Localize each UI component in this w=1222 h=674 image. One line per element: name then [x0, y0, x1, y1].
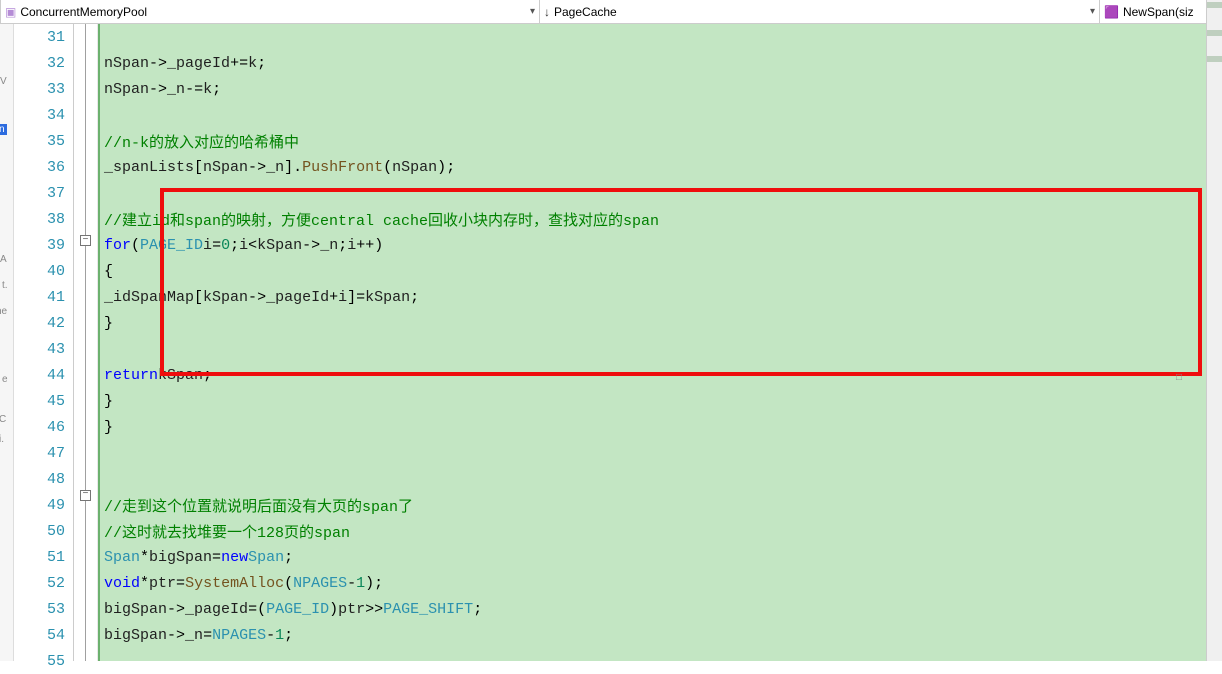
line-number: 33	[14, 76, 73, 102]
code-column[interactable]: nSpan->_pageId += k; nSpan->_n -= k; //n…	[100, 24, 1222, 661]
line-number: 39	[14, 232, 73, 258]
code-line[interactable]	[100, 102, 1222, 128]
code-line[interactable]	[100, 440, 1222, 466]
fold-cell	[74, 24, 98, 49]
line-number: 54	[14, 622, 73, 648]
fold-cell	[74, 279, 98, 304]
line-number: 40	[14, 258, 73, 284]
fold-toggle[interactable]: −	[80, 235, 91, 246]
fold-cell	[74, 432, 98, 457]
line-number: 32	[14, 50, 73, 76]
code-line[interactable]: Span* bigSpan = new Span;	[100, 544, 1222, 570]
code-line[interactable]: {	[100, 258, 1222, 284]
scope-label: ConcurrentMemoryPool	[20, 5, 526, 19]
scope-dropdown[interactable]: ▣ ConcurrentMemoryPool ▾	[0, 0, 540, 23]
class-label: PageCache	[554, 5, 1086, 19]
fold-cell: −	[74, 483, 98, 508]
line-number: 55	[14, 648, 73, 674]
down-arrow-icon: ↓	[544, 5, 550, 19]
class-dropdown[interactable]: ↓ PageCache ▾	[540, 0, 1100, 23]
fold-cell	[74, 253, 98, 278]
line-number: 47	[14, 440, 73, 466]
code-line[interactable]: }	[100, 414, 1222, 440]
code-line[interactable]: _spanLists[nSpan->_n].PushFront(nSpan);	[100, 154, 1222, 180]
code-line[interactable]: }	[100, 310, 1222, 336]
code-line[interactable]: //建立id和span的映射，方便central cache回收小块内存时，查找…	[100, 206, 1222, 232]
fold-cell	[74, 202, 98, 227]
code-line[interactable]: void* ptr = SystemAlloc(NPAGES - 1);	[100, 570, 1222, 596]
line-number: 52	[14, 570, 73, 596]
line-number: 48	[14, 466, 73, 492]
fold-cell	[74, 381, 98, 406]
code-line[interactable]: }	[100, 388, 1222, 414]
fold-cell	[74, 330, 98, 355]
code-line[interactable]: for (PAGE_ID i = 0;i < kSpan->_n;i++)	[100, 232, 1222, 258]
code-line[interactable]	[100, 24, 1222, 50]
chevron-down-icon: ▾	[530, 6, 535, 17]
line-number: 50	[14, 518, 73, 544]
fold-cell	[74, 534, 98, 559]
fold-cell	[74, 177, 98, 202]
line-number: 31	[14, 24, 73, 50]
line-number: 35	[14, 128, 73, 154]
fold-cell	[74, 355, 98, 380]
code-line[interactable]: //n-k的放入对应的哈希桶中	[100, 128, 1222, 154]
vertical-scrollbar[interactable]	[1206, 0, 1222, 661]
fold-cell	[74, 585, 98, 610]
line-number: 37	[14, 180, 73, 206]
code-line[interactable]: //走到这个位置就说明后面没有大页的span了	[100, 492, 1222, 518]
code-line[interactable]	[100, 336, 1222, 362]
fold-cell	[74, 457, 98, 482]
chevron-down-icon: ▾	[1090, 6, 1095, 17]
line-number-gutter: 3132333435363738394041424344454647484950…	[14, 24, 74, 661]
fold-cell	[74, 151, 98, 176]
editor-area: V n A t. he e C i. 313233343536373839404…	[0, 24, 1222, 661]
fold-cell	[74, 406, 98, 431]
fold-cell	[74, 75, 98, 100]
fold-cell	[74, 559, 98, 584]
line-number: 49	[14, 492, 73, 518]
code-line[interactable]: nSpan->_n -= k;	[100, 76, 1222, 102]
fold-cell	[74, 126, 98, 151]
member-dropdown[interactable]: 🟪 NewSpan(siz	[1100, 0, 1222, 23]
line-number: 45	[14, 388, 73, 414]
fold-cell	[74, 49, 98, 74]
code-line[interactable]	[100, 180, 1222, 206]
line-number: 53	[14, 596, 73, 622]
fold-cell	[74, 636, 98, 661]
code-line[interactable]: _idSpanMap[kSpan->_pageId + i] = kSpan;	[100, 284, 1222, 310]
code-line[interactable]: return kSpan;	[100, 362, 1222, 388]
module-icon: ▣	[5, 5, 16, 19]
code-line[interactable]: bigSpan->_pageId = (PAGE_ID)ptr >> PAGE_…	[100, 596, 1222, 622]
fold-cell	[74, 304, 98, 329]
line-number: 46	[14, 414, 73, 440]
fold-toggle[interactable]: −	[80, 490, 91, 501]
marker-icon: □	[1176, 372, 1182, 383]
indicator-margin: V n A t. he e C i.	[0, 24, 14, 661]
code-line[interactable]: nSpan->_pageId += k;	[100, 50, 1222, 76]
fold-cell	[74, 100, 98, 125]
line-number: 41	[14, 284, 73, 310]
fold-cell	[74, 610, 98, 635]
code-line[interactable]	[100, 466, 1222, 492]
line-number: 51	[14, 544, 73, 570]
cube-icon: 🟪	[1104, 5, 1119, 19]
line-number: 38	[14, 206, 73, 232]
line-number: 34	[14, 102, 73, 128]
code-line[interactable]: bigSpan->_n = NPAGES - 1;	[100, 622, 1222, 648]
fold-cell	[74, 508, 98, 533]
fold-column: −−	[74, 24, 98, 661]
line-number: 43	[14, 336, 73, 362]
code-line[interactable]	[100, 648, 1222, 674]
code-line[interactable]: //这时就去找堆要一个128页的span	[100, 518, 1222, 544]
line-number: 44	[14, 362, 73, 388]
member-label: NewSpan(siz	[1123, 5, 1217, 19]
fold-cell: −	[74, 228, 98, 253]
line-number: 42	[14, 310, 73, 336]
line-number: 36	[14, 154, 73, 180]
